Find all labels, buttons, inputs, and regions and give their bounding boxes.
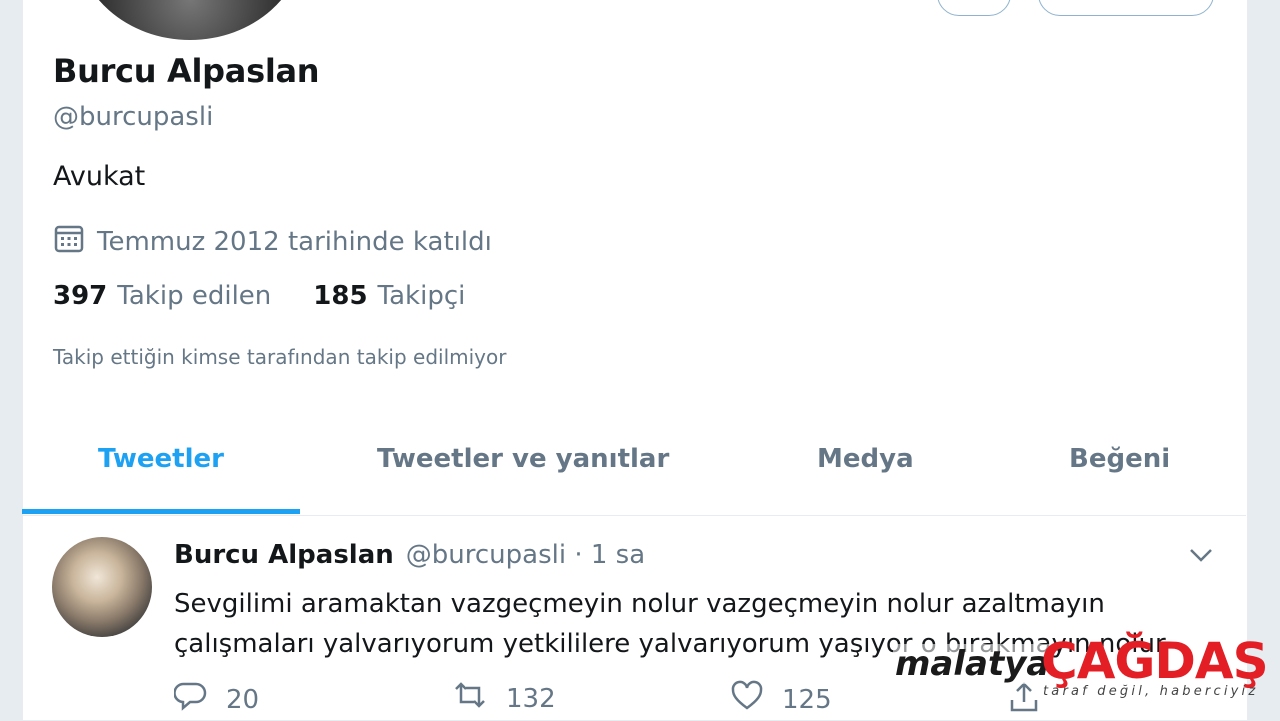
profile-bio: Avukat: [53, 161, 146, 192]
join-date-text: Temmuz 2012 tarihinde katıldı: [97, 226, 492, 257]
retweet-icon: [452, 680, 506, 717]
follow-button[interactable]: [1038, 0, 1214, 16]
following-link[interactable]: 397 Takip edilen: [53, 281, 271, 311]
active-tab-indicator: [22, 509, 300, 514]
tweet-meta[interactable]: @burcupasli · 1 sa: [406, 540, 645, 570]
tweet-header: Burcu Alpaslan @burcupasli · 1 sa: [174, 540, 645, 570]
reply-count: 20: [226, 684, 260, 715]
tab-likes[interactable]: Beğeni: [1069, 444, 1170, 474]
like-icon: [730, 680, 782, 719]
followers-count: 185: [313, 281, 368, 311]
profile-handle[interactable]: @burcupasli: [53, 102, 213, 132]
join-date: Temmuz 2012 tarihinde katıldı: [53, 222, 492, 261]
tab-tweets[interactable]: Tweetler: [98, 444, 224, 474]
watermark-brand-left: malatya: [893, 644, 1052, 684]
tab-tweets-replies[interactable]: Tweetler ve yanıtlar: [377, 444, 669, 474]
watermark-slogan: taraf değil, haberciyiz: [1043, 684, 1259, 699]
tab-media[interactable]: Medya: [817, 444, 914, 474]
follow-counts: 397 Takip edilen 185 Takipçi: [53, 281, 507, 311]
following-label: Takip edilen: [117, 281, 272, 311]
followers-label: Takipçi: [377, 281, 466, 311]
chevron-down-icon[interactable]: [1188, 545, 1214, 569]
news-watermark: malatya ÇAĞDAŞ taraf değil, haberciyiz: [893, 624, 1280, 714]
profile-tabs: Tweetler Tweetler ve yanıtlar Medya Beğe…: [22, 430, 1246, 516]
reply-icon: [173, 680, 226, 719]
watermark-brand-right: ÇAĞDAŞ: [1041, 632, 1269, 690]
following-count: 397: [53, 281, 108, 311]
calendar-icon: [53, 222, 97, 261]
tweet-avatar[interactable]: [52, 537, 152, 637]
followers-link[interactable]: 185 Takipçi: [313, 281, 465, 311]
followed-by-note: Takip ettiğin kimse tarafından takip edi…: [53, 345, 507, 369]
tweet-author-name[interactable]: Burcu Alpaslan: [174, 540, 394, 570]
reply-button[interactable]: 20: [173, 680, 260, 719]
like-count: 125: [782, 684, 832, 715]
retweet-count: 132: [506, 683, 556, 714]
like-button[interactable]: 125: [730, 680, 832, 719]
retweet-button[interactable]: 132: [452, 680, 556, 717]
profile-name: Burcu Alpaslan: [53, 52, 320, 90]
